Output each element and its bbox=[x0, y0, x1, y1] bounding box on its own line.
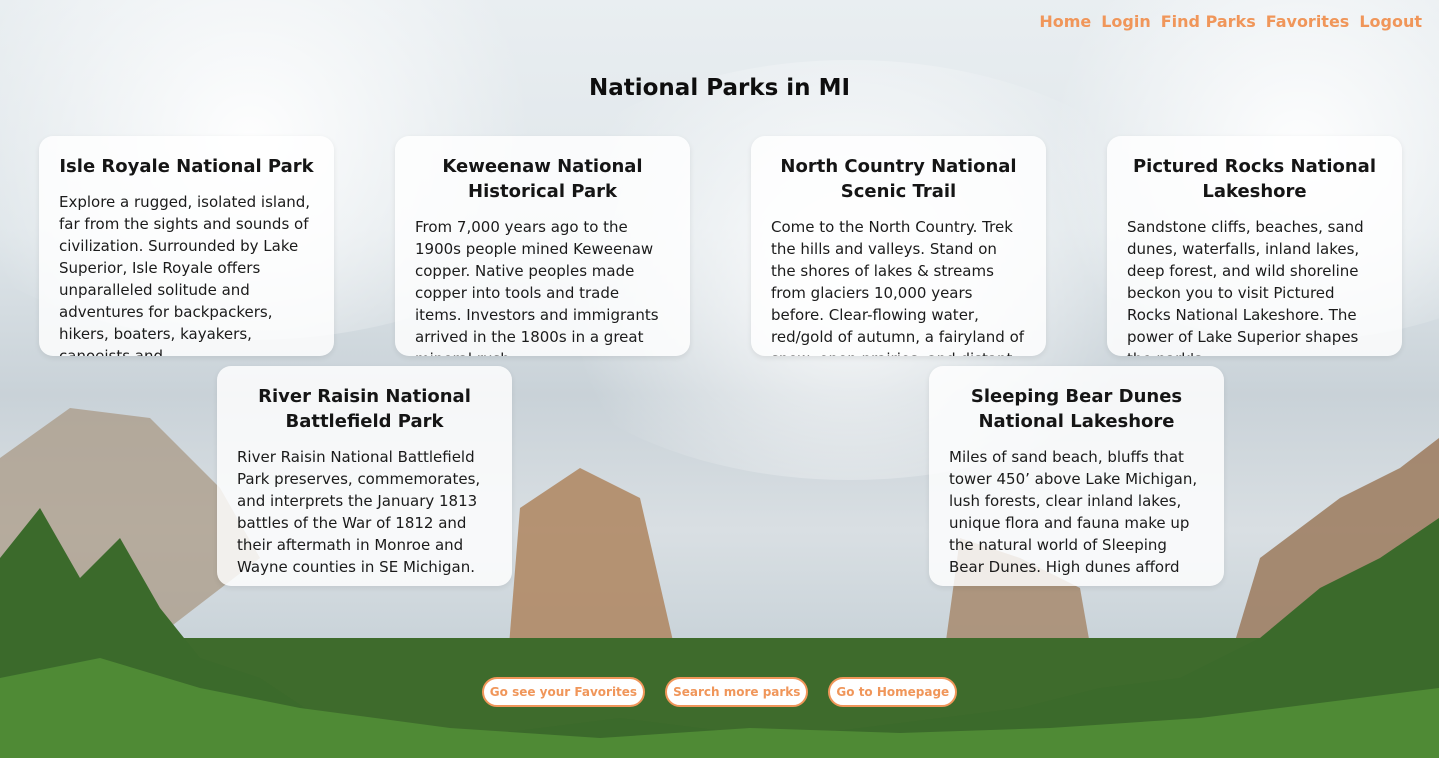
nav-logout-link[interactable]: Logout bbox=[1359, 12, 1422, 31]
search-more-parks-button[interactable]: Search more parks bbox=[665, 677, 809, 707]
page-title: National Parks in MI bbox=[588, 75, 851, 101]
park-card-isle-royale[interactable]: Isle Royale National Park Explore a rugg… bbox=[39, 136, 334, 356]
park-card-title: Isle Royale National Park bbox=[59, 156, 314, 177]
go-to-homepage-button[interactable]: Go to Homepage bbox=[828, 677, 958, 707]
park-card-description: Miles of sand beach, bluffs that tower 4… bbox=[949, 448, 1198, 576]
nav-find-parks-link[interactable]: Find Parks bbox=[1161, 12, 1256, 31]
park-card-description: Sandstone cliffs, beaches, sand dunes, w… bbox=[1127, 218, 1364, 356]
action-buttons: Go see your Favorites Search more parks … bbox=[0, 677, 1439, 707]
park-card-title: Sleeping Bear Dunes National Lakeshore bbox=[970, 386, 1183, 432]
park-card-sleeping-bear[interactable]: Sleeping Bear Dunes National Lakeshore M… bbox=[929, 366, 1224, 586]
park-card-title: Pictured Rocks National Lakeshore bbox=[1132, 156, 1377, 202]
park-card-title: North Country National Scenic Trail bbox=[780, 156, 1017, 202]
park-card-description: River Raisin National Battlefield Park p… bbox=[237, 448, 481, 576]
go-see-favorites-button[interactable]: Go see your Favorites bbox=[481, 677, 646, 707]
nav-favorites-link[interactable]: Favorites bbox=[1266, 12, 1350, 31]
park-card-keweenaw[interactable]: Keweenaw National Historical Park From 7… bbox=[395, 136, 690, 356]
park-card-north-country[interactable]: North Country National Scenic Trail Come… bbox=[751, 136, 1046, 356]
nav-login-link[interactable]: Login bbox=[1101, 12, 1151, 31]
top-navigation: Home Login Find Parks Favorites Logout bbox=[1039, 12, 1422, 31]
nav-home-link[interactable]: Home bbox=[1039, 12, 1091, 31]
park-card-description: Come to the North Country. Trek the hill… bbox=[771, 218, 1025, 356]
park-card-river-raisin[interactable]: River Raisin National Battlefield Park R… bbox=[217, 366, 512, 586]
park-card-title: Keweenaw National Historical Park bbox=[442, 156, 643, 202]
park-card-description: Explore a rugged, isolated island, far f… bbox=[59, 193, 311, 356]
park-card-description: From 7,000 years ago to the 1900s people… bbox=[415, 218, 659, 356]
park-card-title: River Raisin National Battlefield Park bbox=[258, 386, 471, 432]
park-card-pictured-rocks[interactable]: Pictured Rocks National Lakeshore Sandst… bbox=[1107, 136, 1402, 356]
